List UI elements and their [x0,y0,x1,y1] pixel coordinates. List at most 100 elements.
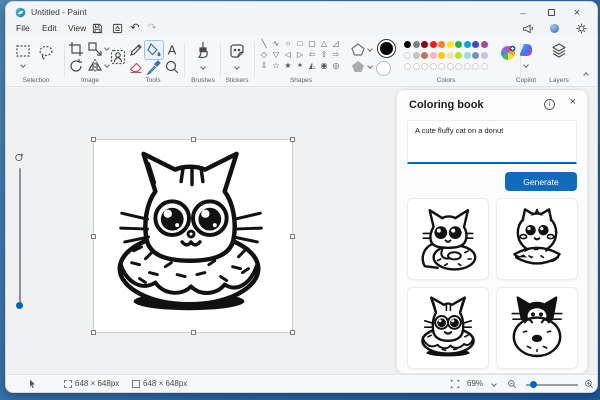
brushes-dropdown-chevron[interactable] [200,64,206,70]
remove-background-icon[interactable] [110,49,126,65]
palette-color[interactable] [455,41,462,48]
fill-dropdown-chevron[interactable] [367,63,373,69]
palette-color[interactable] [481,41,488,48]
shape-icon[interactable]: ▽ [270,49,282,60]
color1-swatch[interactable] [378,40,395,57]
palette-color[interactable] [481,63,488,70]
shape-icon[interactable]: ▢ [306,38,318,49]
shape-icon[interactable]: ◿ [330,38,342,49]
shape-icon[interactable]: ✶ [294,60,306,71]
shape-icon[interactable]: ◉ [318,60,330,71]
sticker-icon[interactable] [229,43,245,59]
palette-color[interactable] [464,63,471,70]
zoom-slider-thumb[interactable] [530,381,537,388]
palette-color[interactable] [430,52,437,59]
shape-icon[interactable]: ◁ [282,49,294,60]
undo-icon[interactable]: ↶ [128,21,142,35]
rotate-icon[interactable] [68,58,84,74]
shape-icon[interactable]: ◇ [258,49,270,60]
palette-color[interactable] [404,52,411,59]
palette-color[interactable] [447,52,454,59]
selection-handle[interactable] [91,137,96,142]
thickness-slider-track[interactable] [19,168,21,304]
palette-color[interactable] [464,41,471,48]
shape-icon[interactable]: ⇨ [330,49,342,60]
palette-color[interactable] [421,41,428,48]
fit-to-screen-icon[interactable] [450,379,460,389]
palette-color[interactable] [404,41,411,48]
resize-dropdown-chevron[interactable] [104,45,110,51]
magnifier-icon[interactable] [164,59,180,75]
shape-icon[interactable]: ◭ [306,60,318,71]
shape-icon[interactable]: ★ [282,60,294,71]
save-icon[interactable] [90,21,104,35]
maximize-button[interactable] [539,5,563,20]
menu-view[interactable]: View [64,22,90,34]
palette-color[interactable] [481,52,488,59]
palette-color[interactable] [438,63,445,70]
shape-icon[interactable]: ◎ [330,60,342,71]
zoom-dropdown-chevron[interactable] [491,381,497,387]
palette-color[interactable] [413,52,420,59]
feedback-icon[interactable] [522,22,535,35]
selection-handle[interactable] [290,234,295,239]
close-button[interactable]: × [565,5,589,20]
palette-color[interactable] [421,52,428,59]
shape-fill-icon[interactable] [350,59,366,75]
palette-color[interactable] [421,63,428,70]
outline-dropdown-chevron[interactable] [367,46,373,52]
result-thumbnail-2[interactable] [496,198,578,280]
selection-handle[interactable] [290,330,295,335]
palette-color[interactable] [455,52,462,59]
pencil-icon[interactable] [128,42,144,58]
result-thumbnail-3[interactable] [407,287,489,369]
shape-icon[interactable]: ☆ [270,60,282,71]
lasso-select-icon[interactable] [38,44,54,60]
shape-outline-icon[interactable] [350,42,366,58]
menu-file[interactable]: File [12,22,34,34]
palette-color[interactable] [438,41,445,48]
zoom-level-value[interactable]: 69% [467,379,483,388]
layers-icon[interactable] [551,42,567,58]
palette-color[interactable] [455,63,462,70]
selection-dropdown-chevron[interactable] [20,62,26,68]
collapse-ribbon-chevron[interactable] [583,72,589,78]
palette-color[interactable] [472,41,479,48]
resize-icon[interactable] [87,41,103,57]
shape-icon[interactable]: ▷ [294,49,306,60]
settings-gear-icon[interactable] [575,22,588,35]
shape-icon[interactable]: ⇩ [258,60,270,71]
selection-handle[interactable] [191,330,196,335]
minimize-button[interactable]: – [511,5,535,20]
copilot-icon[interactable] [518,42,534,58]
thickness-slider-thumb[interactable] [16,302,23,309]
palette-color[interactable] [464,52,471,59]
palette-color[interactable] [430,41,437,48]
palette-color[interactable] [472,52,479,59]
drawing-canvas[interactable] [93,139,293,333]
account-sphere-icon[interactable] [548,22,561,35]
zoom-out-icon[interactable] [507,379,517,389]
zoom-in-icon[interactable] [584,379,594,389]
selection-handle[interactable] [191,137,196,142]
selection-handle[interactable] [290,137,295,142]
redo-icon[interactable]: ↷ [145,21,159,35]
shape-icon[interactable]: ⇧ [318,49,330,60]
selection-handle[interactable] [91,234,96,239]
palette-color[interactable] [447,41,454,48]
save-as-icon[interactable] [110,21,124,35]
flip-icon[interactable] [87,58,103,74]
stickers-dropdown-chevron[interactable] [234,64,240,70]
text-tool-icon[interactable]: A [164,42,180,58]
flip-dropdown-chevron[interactable] [104,62,110,68]
brush-icon[interactable] [195,41,211,57]
eraser-icon[interactable] [128,59,144,75]
fill-bucket-icon[interactable] [146,42,162,58]
result-thumbnail-4[interactable] [496,287,578,369]
shape-icon[interactable]: ○ [282,38,294,49]
palette-color[interactable] [472,63,479,70]
shape-icon[interactable]: □ [294,38,306,49]
copilot-dropdown-chevron[interactable] [523,62,529,68]
palette-color[interactable] [447,63,454,70]
rectangle-select-icon[interactable] [15,43,31,59]
